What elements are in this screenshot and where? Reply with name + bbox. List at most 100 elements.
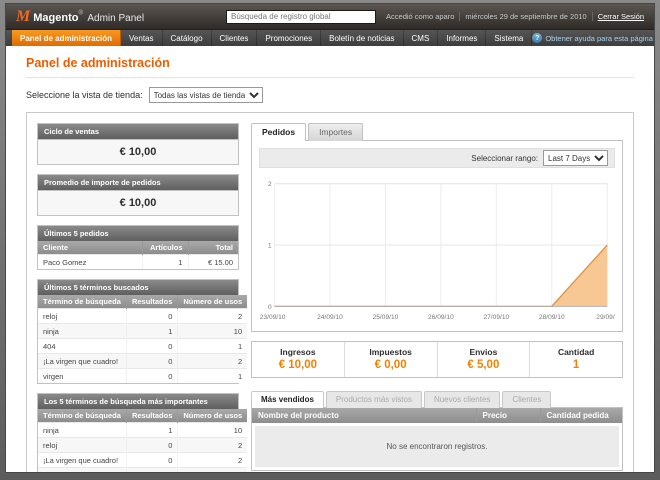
last-orders-table: ClienteArtículosTotalPaco Gomez1€ 15.00 (38, 241, 238, 269)
table-header-row: Término de búsquedaResultadosNúmero de u… (38, 409, 247, 423)
table-cell: ¡La virgen que cuadro! (38, 354, 126, 369)
total-cantidad: Cantidad 1 (529, 342, 622, 377)
header-divider (459, 12, 460, 21)
svg-text:2: 2 (268, 181, 272, 188)
column-header-resultados: Resultados (126, 295, 177, 309)
total-label: Cantidad (530, 347, 622, 357)
svg-text:26/09/10: 26/09/10 (428, 314, 454, 321)
svg-text:28/09/10: 28/09/10 (539, 314, 565, 321)
help-link[interactable]: ? Obtener ayuda para esta página (532, 30, 653, 46)
column-header-nu-mero-de-usos: Número de usos (178, 295, 247, 309)
nav-item-informes[interactable]: Informes (438, 30, 486, 46)
total-value: € 5,00 (438, 359, 530, 371)
table-cell: ¡La virgen que cuadro! (38, 453, 126, 468)
svg-text:25/09/10: 25/09/10 (373, 314, 399, 321)
table-cell: € 15.00 (188, 255, 238, 270)
table-cell: 1 (178, 468, 247, 474)
grid-column-header-nombre-del-producto: Nombre del producto (252, 408, 476, 423)
total-value: 1 (530, 359, 622, 371)
orders-area-chart: 01223/09/1024/09/1025/09/1026/09/1027/09… (259, 176, 615, 324)
table-cell: 0 (126, 354, 177, 369)
main-nav: Panel de administraciónVentasCatálogoCli… (6, 29, 654, 46)
table-cell: 1 (178, 369, 247, 384)
table-cell: ninja (38, 423, 126, 438)
brand-text: Magento® Admin Panel (33, 8, 144, 26)
table-row: ¡La virgen que cuadro!02 (38, 453, 247, 468)
table-cell: 10 (178, 423, 247, 438)
grid-tab-productos-ma-s-vistos[interactable]: Productos más vistos (326, 391, 422, 408)
current-date: miércoles 29 de septiembre de 2010 (465, 12, 586, 21)
average-orders-title: Promedio de importe de pedidos (38, 175, 238, 190)
total-value: € 10,00 (252, 359, 344, 371)
dashboard-panel: Ciclo de ventas € 10,00 Promedio de impo… (26, 112, 634, 473)
table-cell: 2 (178, 309, 247, 324)
last-orders-box: Últimos 5 pedidos ClienteArtículosTotalP… (37, 225, 239, 270)
chart-wrap: 01223/09/1024/09/1025/09/1026/09/1027/09… (259, 168, 615, 324)
nav-item-boleti-n-de-noticias[interactable]: Boletín de noticias (321, 30, 403, 46)
page-title: Panel de administración (26, 56, 634, 70)
table-header-row: ClienteArtículosTotal (38, 241, 238, 255)
grid-column-header-cantidad-pedida: Cantidad pedida (540, 408, 622, 423)
nav-item-cms[interactable]: CMS (404, 30, 439, 46)
header-bar: M Magento® Admin Panel Accedió como apar… (6, 4, 654, 29)
nav-item-cata-logo[interactable]: Catálogo (163, 30, 212, 46)
range-bar: Seleccionar rango: Last 7 Days (259, 148, 615, 168)
table-row: reloj02 (38, 438, 247, 453)
products-grid-table: Nombre del productoPrecioCantidad pedida (252, 408, 622, 423)
lifetime-sales-value: € 10,00 (38, 139, 238, 164)
store-switcher-label: Seleccione la vista de tienda: (26, 90, 143, 100)
top-search-terms-table: Término de búsquedaResultadosNúmero de u… (38, 409, 247, 473)
column-header-cliente: Cliente (38, 241, 142, 255)
table-cell: 0 (126, 468, 177, 474)
svg-text:27/09/10: 27/09/10 (483, 314, 509, 321)
tab-importes[interactable]: Importes (308, 123, 363, 141)
table-cell: 404 (38, 468, 126, 474)
nav-item-promociones[interactable]: Promociones (257, 30, 321, 46)
nav-item-sistema[interactable]: Sistema (486, 30, 532, 46)
store-switcher: Seleccione la vista de tienda: Todas las… (26, 87, 634, 103)
nav-item-clientes[interactable]: Clientes (212, 30, 258, 46)
grid-tab-clientes[interactable]: Clientes (502, 391, 551, 408)
grid-tab-nuevos-clientes[interactable]: Nuevos clientes (424, 391, 500, 408)
lifetime-sales-box: Ciclo de ventas € 10,00 (37, 123, 239, 165)
nav-item-panel-de-administracio-n[interactable]: Panel de administración (12, 30, 121, 46)
table-cell: 2 (178, 438, 247, 453)
column-header-te-rmino-de-bu-squeda: Término de búsqueda (38, 295, 126, 309)
table-row: 40401 (38, 339, 247, 354)
table-cell: 0 (126, 309, 177, 324)
table-row: 40401 (38, 468, 247, 474)
page-background: M Magento® Admin Panel Accedió como apar… (0, 0, 660, 480)
table-row: reloj02 (38, 309, 247, 324)
products-grid: Nombre del productoPrecioCantidad pedida… (251, 407, 623, 471)
table-cell: 1 (126, 423, 177, 438)
last-search-terms-box: Últimos 5 términos buscados Término de b… (37, 279, 239, 384)
diagram-tabs: PedidosImportes (251, 123, 623, 140)
grid-column-header-precio: Precio (476, 408, 540, 423)
total-envios: Envios€ 5,00 (437, 342, 530, 377)
table-header-row: Término de búsquedaResultadosNúmero de u… (38, 295, 247, 309)
tab-pedidos[interactable]: Pedidos (251, 123, 306, 141)
grid-tab-ma-s-vendidos[interactable]: Más vendidos (251, 391, 324, 408)
store-view-select[interactable]: Todas las vistas de tienda (149, 87, 263, 103)
admin-panel-window: M Magento® Admin Panel Accedió como apar… (5, 3, 655, 473)
nav-item-ventas[interactable]: Ventas (121, 30, 162, 46)
svg-text:1: 1 (268, 242, 272, 249)
table-cell: 1 (142, 255, 188, 270)
dashboard-main: PedidosImportes Seleccionar rango: Last … (251, 123, 623, 471)
table-cell: ninja (38, 324, 126, 339)
top-search-terms-box: Los 5 términos de búsqueda más important… (37, 393, 239, 473)
logout-link[interactable]: Cerrar Sesión (598, 12, 644, 21)
range-select[interactable]: Last 7 Days (543, 150, 608, 166)
nav-items: Panel de administraciónVentasCatálogoCli… (12, 30, 532, 46)
table-row: ¡La virgen que cuadro!02 (38, 354, 247, 369)
average-orders-value: € 10,00 (38, 190, 238, 215)
last-orders-title: Últimos 5 pedidos (38, 226, 238, 241)
table-cell: 0 (126, 369, 177, 384)
column-header-arti-culos: Artículos (142, 241, 188, 255)
grid-empty-message: No se encontraron registros. (255, 426, 619, 467)
table-cell: reloj (38, 309, 126, 324)
table-cell: 1 (126, 324, 177, 339)
total-label: Ingresos (252, 347, 344, 357)
table-cell: 0 (126, 339, 177, 354)
global-search-input[interactable] (226, 10, 376, 24)
